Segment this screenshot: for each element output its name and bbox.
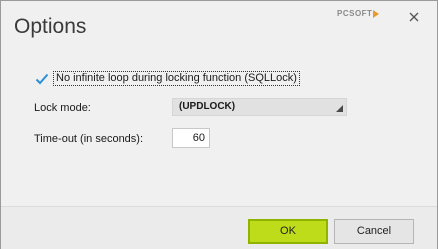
dialog-title: Options (14, 15, 87, 38)
no-infinite-loop-checkbox[interactable]: No infinite loop during locking function… (35, 71, 300, 86)
pcsoft-logo: PCSOFT (337, 9, 380, 18)
cancel-button[interactable]: Cancel (334, 219, 414, 244)
lock-mode-select[interactable]: (UPDLOCK) (172, 98, 347, 116)
brand-play-icon (373, 9, 380, 18)
options-dialog: Options PCSOFT No infinite loop during l… (0, 0, 438, 249)
timeout-input[interactable]: 60 (172, 128, 210, 148)
no-infinite-loop-label: No infinite loop during locking function… (53, 71, 300, 86)
checkmark-icon (35, 72, 49, 86)
lock-mode-label: Lock mode: (34, 102, 91, 114)
timeout-label: Time-out (in seconds): (34, 133, 144, 145)
lock-mode-value: (UPDLOCK) (179, 101, 236, 112)
brand-text: PCSOFT (337, 9, 373, 18)
close-icon[interactable] (405, 8, 423, 26)
dropdown-arrow-icon (336, 105, 343, 112)
ok-button[interactable]: OK (248, 219, 328, 244)
